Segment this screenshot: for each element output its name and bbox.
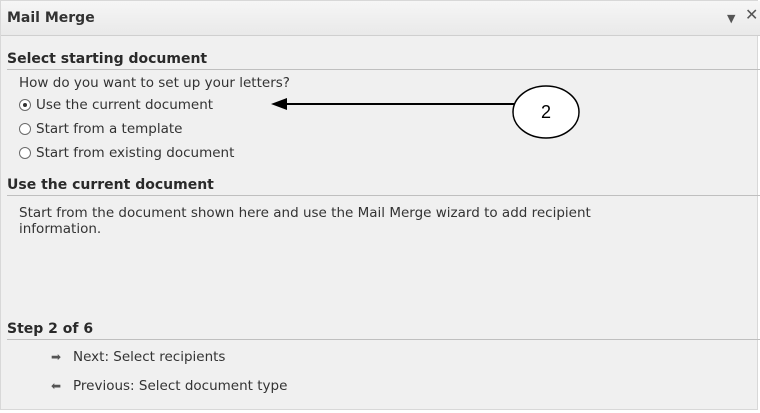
radio-start-from-existing-document[interactable]: Start from existing document xyxy=(19,144,234,162)
chevron-down-icon[interactable]: ▼ xyxy=(727,11,735,27)
step-indicator: Step 2 of 6 xyxy=(7,321,760,340)
radio-unchecked-icon[interactable] xyxy=(19,123,31,135)
callout-arrow-head-icon xyxy=(271,98,287,110)
panel-title: Mail Merge xyxy=(7,10,95,26)
radio-unchecked-icon[interactable] xyxy=(19,147,31,159)
panel-titlebar: Mail Merge ▼ ✕ xyxy=(1,1,760,36)
radio-start-from-template[interactable]: Start from a template xyxy=(19,120,182,138)
radio-use-current-document[interactable]: Use the current document xyxy=(19,96,213,114)
arrow-left-icon: ⬅ xyxy=(50,379,62,393)
radio-label: Use the current document xyxy=(36,97,214,113)
arrow-right-icon: ➡ xyxy=(50,350,62,364)
close-icon[interactable]: ✕ xyxy=(745,7,758,23)
radio-label: Start from existing document xyxy=(36,145,235,161)
previous-label[interactable]: Previous: Select document type xyxy=(73,378,287,394)
section-header-use-current-document: Use the current document xyxy=(7,177,760,196)
previous-select-document-type-link[interactable]: ⬅ Previous: Select document type xyxy=(49,378,287,394)
description-line-1: Start from the document shown here and u… xyxy=(19,205,591,221)
section-header-select-starting-document: Select starting document xyxy=(7,51,760,70)
next-select-recipients-link[interactable]: ➡ Next: Select recipients xyxy=(49,349,226,365)
callout-number: 2 xyxy=(540,101,551,122)
setup-question: How do you want to set up your letters? xyxy=(19,75,290,91)
radio-label: Start from a template xyxy=(36,121,183,137)
mail-merge-panel: Mail Merge ▼ ✕ Select starting document … xyxy=(0,0,760,410)
radio-checked-icon[interactable] xyxy=(19,99,31,111)
description-line-2: information. xyxy=(19,221,102,237)
next-label[interactable]: Next: Select recipients xyxy=(73,349,225,365)
